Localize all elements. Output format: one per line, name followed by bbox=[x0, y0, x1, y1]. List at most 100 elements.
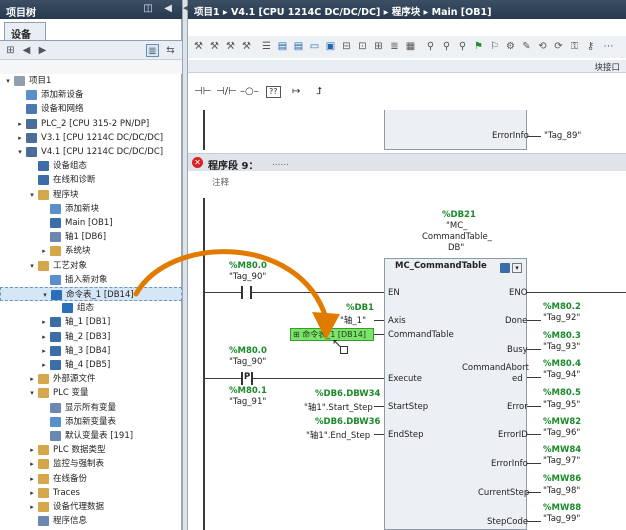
instance-db-name-3[interactable]: DB" bbox=[448, 243, 464, 253]
endstep-tag[interactable]: "轴1".End_Step bbox=[306, 429, 370, 441]
toolbar-icon-7[interactable]: ▤ bbox=[292, 40, 305, 53]
toolbar-icon-8[interactable]: ▭ bbox=[308, 40, 321, 53]
coil-icon[interactable]: –○– bbox=[240, 86, 259, 100]
tree-item[interactable]: ▸ 在线备份 bbox=[0, 472, 182, 486]
tree-item[interactable]: ▸ 轴_4 [DB5] bbox=[0, 358, 182, 372]
back-icon[interactable]: ◀ bbox=[20, 44, 33, 57]
tree-item[interactable]: ▾ 项目1 bbox=[0, 74, 182, 88]
tree-item[interactable]: ▸ 外部源文件 bbox=[0, 372, 182, 386]
contact2-tag[interactable]: "Tag_90" bbox=[229, 357, 266, 367]
tree-item[interactable]: ▸ Traces bbox=[0, 486, 182, 500]
expand-icon[interactable]: ▸ bbox=[40, 315, 48, 329]
startstep-tag[interactable]: "轴1".Start_Step bbox=[304, 401, 373, 413]
expand-icon[interactable]: ▸ bbox=[40, 330, 48, 344]
tree-item[interactable]: 在线和诊断 bbox=[0, 173, 182, 187]
toolbar-icon-11[interactable]: ⊡ bbox=[356, 40, 369, 53]
toolbar-icon-14[interactable]: ▦ bbox=[404, 40, 417, 53]
toolbar-icon-2[interactable]: ⚒ bbox=[208, 40, 221, 53]
tree-item[interactable]: 设备和网络 bbox=[0, 102, 182, 116]
toolbar-icon-10[interactable]: ⊟ bbox=[340, 40, 353, 53]
tree-item[interactable]: 默认变量表 [191] bbox=[0, 429, 182, 443]
collapse-icon[interactable]: ▾ bbox=[41, 288, 49, 302]
contact3-tag[interactable]: "Tag_91" bbox=[229, 397, 266, 407]
expand-icon[interactable]: ▸ bbox=[16, 117, 24, 131]
toolbar-icon-15[interactable]: ⚲ bbox=[424, 40, 437, 53]
expand-icon[interactable]: ▸ bbox=[40, 344, 48, 358]
collapse-icon[interactable]: ▾ bbox=[28, 259, 36, 273]
collapse-icon[interactable]: ▾ bbox=[4, 74, 12, 88]
tree-item[interactable]: 设备组态 bbox=[0, 159, 182, 173]
errorid-tag[interactable]: "Tag_96" bbox=[543, 428, 580, 438]
nc-contact-icon[interactable]: ⊣/⊢ bbox=[216, 86, 237, 100]
tree-item[interactable]: 显示所有变量 bbox=[0, 401, 182, 415]
instance-db-name-2[interactable]: CommandTable_ bbox=[422, 232, 492, 242]
tree-item[interactable]: 添加新块 bbox=[0, 202, 182, 216]
toolbar-icon-3[interactable]: ⚒ bbox=[224, 40, 237, 53]
stepcode-tag[interactable]: "Tag_99" bbox=[543, 514, 580, 524]
expand-icon[interactable]: ▸ bbox=[28, 500, 36, 514]
split-view-icon[interactable]: ⇆ bbox=[164, 44, 177, 57]
expand-icon[interactable]: ▸ bbox=[28, 472, 36, 486]
toolbar-icon-25[interactable]: ⚷ bbox=[584, 40, 597, 53]
expand-icon[interactable]: ▸ bbox=[28, 486, 36, 500]
expand-icon[interactable]: ▸ bbox=[28, 372, 36, 386]
aborted-tag[interactable]: "Tag_94" bbox=[543, 370, 580, 380]
toolbar-icon-20[interactable]: ⚙ bbox=[504, 40, 517, 53]
expand-icon[interactable]: ▸ bbox=[40, 358, 48, 372]
toolbar-icon-4[interactable]: ⚒ bbox=[240, 40, 253, 53]
panel-controls[interactable]: ◫ ◀ bbox=[143, 3, 176, 14]
no-contact-icon[interactable]: ⊣⊢ bbox=[194, 86, 211, 100]
tree-item[interactable]: 程序信息 bbox=[0, 514, 182, 528]
toolbar-icon-26[interactable]: ⋯ bbox=[602, 40, 615, 53]
tree-item[interactable]: ▸ 监控与强制表 bbox=[0, 457, 182, 471]
toolbar-icon-13[interactable]: ≣ bbox=[388, 40, 401, 53]
tree-item[interactable]: Main [OB1] bbox=[0, 216, 182, 230]
fb-menu-icon[interactable]: ▾ bbox=[512, 263, 522, 273]
toolbar-icon-6[interactable]: ▤ bbox=[276, 40, 289, 53]
toolbar-icon-19[interactable]: ⚐ bbox=[488, 40, 501, 53]
expand-icon[interactable]: ▸ bbox=[28, 457, 36, 471]
toolbar-icon-1[interactable]: ⚒ bbox=[192, 40, 205, 53]
forward-icon[interactable]: ▶ bbox=[36, 44, 49, 57]
toolbar-icon-5[interactable]: ☰ bbox=[260, 40, 273, 53]
toolbar-icon-24[interactable]: ⚿ bbox=[568, 40, 581, 53]
instance-db-name-1[interactable]: "MC_ bbox=[446, 221, 467, 231]
toolbar-icon-22[interactable]: ⟲ bbox=[536, 40, 549, 53]
busy-tag[interactable]: "Tag_93" bbox=[543, 342, 580, 352]
collapse-icon[interactable]: ▾ bbox=[16, 145, 24, 159]
list-view-icon[interactable]: ≣ bbox=[146, 44, 159, 57]
new-folder-icon[interactable]: ⊞ bbox=[4, 44, 17, 57]
currentstep-tag[interactable]: "Tag_98" bbox=[543, 486, 580, 496]
toolbar-icon-18[interactable]: ⚑ bbox=[472, 40, 485, 53]
block-interface-bar[interactable]: 块接口 bbox=[188, 60, 626, 73]
expand-icon[interactable]: ▸ bbox=[28, 443, 36, 457]
tree-item[interactable]: ▾ PLC 变量 bbox=[0, 386, 182, 400]
tree-item[interactable]: ▸ V3.1 [CPU 1214C DC/DC/DC] bbox=[0, 131, 182, 145]
errorinfo-tag[interactable]: "Tag_97" bbox=[543, 456, 580, 466]
close-branch-icon[interactable]: ⮥ bbox=[316, 86, 322, 100]
done-tag[interactable]: "Tag_92" bbox=[543, 313, 580, 323]
toolbar-icon-12[interactable]: ⊞ bbox=[372, 40, 385, 53]
toolbar-icon-16[interactable]: ⚲ bbox=[440, 40, 453, 53]
expand-icon[interactable]: ▸ bbox=[16, 131, 24, 145]
prev-errorinfo-tag[interactable]: "Tag_89" bbox=[544, 131, 581, 141]
network-title-ellipsis[interactable]: …… bbox=[272, 158, 289, 168]
fb-online-icon[interactable] bbox=[500, 263, 510, 273]
tree-item[interactable]: ▸ PLC 数据类型 bbox=[0, 443, 182, 457]
network-comment[interactable]: 注释 bbox=[212, 176, 229, 188]
tab-devices[interactable]: 设备 bbox=[4, 22, 46, 41]
open-branch-icon[interactable]: ↦ bbox=[292, 86, 300, 100]
tree-item[interactable]: ▾ 程序块 bbox=[0, 188, 182, 202]
toolbar-icon-17[interactable]: ⚲ bbox=[456, 40, 469, 53]
error-tag[interactable]: "Tag_95" bbox=[543, 400, 580, 410]
collapse-icon[interactable]: ▾ bbox=[28, 386, 36, 400]
toolbar-icon-21[interactable]: ✎ bbox=[520, 40, 533, 53]
toolbar-icon-23[interactable]: ⟳ bbox=[552, 40, 565, 53]
tree-item[interactable]: 添加新设备 bbox=[0, 88, 182, 102]
tree-item[interactable]: ▸ 设备代理数据 bbox=[0, 500, 182, 514]
toolbar-icon-9[interactable]: ▣ bbox=[324, 40, 337, 53]
tree-item[interactable]: 添加新变量表 bbox=[0, 415, 182, 429]
network-header[interactable]: ✕ 程序段 9： …… bbox=[188, 153, 626, 172]
tree-item[interactable]: ▾ V4.1 [CPU 1214C DC/DC/DC] bbox=[0, 145, 182, 159]
expand-icon[interactable]: ▸ bbox=[40, 244, 48, 258]
